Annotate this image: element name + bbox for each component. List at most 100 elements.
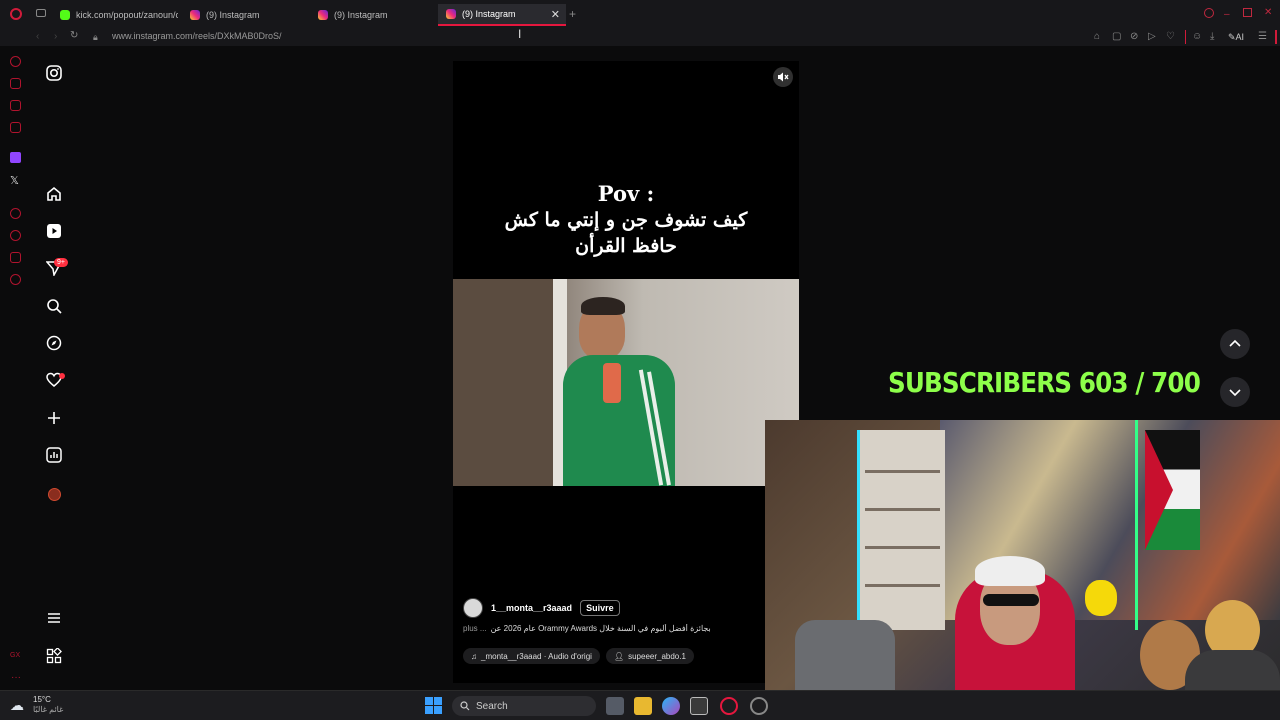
settings-icon[interactable]	[10, 274, 21, 285]
opera-sidebar: 𝕏 GX ···	[0, 46, 30, 690]
windows-taskbar: ☁ 15°C غائم غالبًا Search	[0, 690, 1280, 720]
chevron-up-icon	[1229, 339, 1241, 347]
bookmark-icon[interactable]: ⌂	[1094, 31, 1100, 43]
twitch-icon[interactable]	[10, 152, 21, 163]
author-avatar[interactable]	[463, 598, 483, 618]
tab-label: (9) Instagram	[206, 10, 260, 20]
music-note-icon: ♫	[471, 651, 477, 661]
reel-info: 1__monta__r3aaad Suivre plus ... بجائزة …	[453, 596, 765, 674]
snapshot-icon[interactable]: ▢	[1112, 31, 1121, 43]
minimize-icon[interactable]: ‒	[1224, 9, 1230, 21]
close-tab-icon[interactable]: ✕	[551, 8, 560, 21]
person-icon: 👤︎	[613, 651, 625, 661]
reload-icon[interactable]: ↻	[70, 30, 78, 42]
history-icon[interactable]	[10, 230, 21, 241]
text-cursor-icon: I	[518, 27, 522, 41]
heart-icon[interactable]: ♡	[1166, 31, 1175, 43]
reels-icon[interactable]	[44, 221, 64, 241]
taskbar-search-label: Search	[476, 700, 508, 712]
weather-temperature[interactable]: 15°C	[33, 695, 51, 704]
gx-icon[interactable]: GX	[10, 650, 20, 662]
speed-dial-icon[interactable]	[10, 56, 21, 67]
forward-icon[interactable]: ›	[54, 31, 57, 43]
tab-kick[interactable]: kick.com/popout/zanoun/c	[52, 4, 178, 26]
author-username[interactable]: 1__monta__r3aaad	[491, 603, 572, 613]
tagged-username: supeeer_abdo.1	[628, 651, 686, 661]
more-menu-icon[interactable]	[44, 608, 64, 628]
more-link[interactable]: plus ...	[463, 624, 487, 633]
windows-start-icon[interactable]	[425, 697, 442, 714]
create-plus-icon[interactable]	[44, 408, 64, 428]
url-field[interactable]: www.instagram.com/reels/DXkMAB0DroS/	[112, 31, 282, 41]
instagram-icon	[318, 10, 328, 20]
notifications-badge: 9+	[54, 258, 68, 267]
maximize-icon[interactable]	[1243, 8, 1252, 17]
copilot-icon[interactable]	[662, 697, 680, 715]
x-twitter-icon[interactable]: 𝕏	[10, 174, 19, 187]
reel-caption-overlay: Pov : كيف تشوف جن و إنتي ما كش حافظ القر…	[453, 181, 799, 259]
profile-avatar[interactable]	[44, 484, 64, 504]
audio-label: _monta__r3aaad · Audio d'origi	[481, 651, 592, 661]
workspaces-icon[interactable]	[36, 9, 46, 17]
discord-icon[interactable]	[10, 100, 21, 111]
weather-condition: غائم غالبًا	[33, 705, 64, 714]
instagram-logo-icon[interactable]	[44, 63, 64, 83]
separator	[1185, 30, 1186, 44]
instagram-icon	[190, 10, 200, 20]
home-icon[interactable]	[44, 184, 64, 204]
close-window-icon[interactable]: ✕	[1264, 7, 1272, 19]
weather-cloud-icon[interactable]: ☁	[10, 697, 24, 714]
tab-instagram-1[interactable]: (9) Instagram	[182, 4, 306, 26]
streamer-webcam-overlay	[765, 420, 1280, 720]
tab-label: kick.com/popout/zanoun/c	[76, 10, 178, 20]
task-view-icon[interactable]	[606, 697, 624, 715]
reel-video-frame	[453, 279, 799, 486]
download-icon[interactable]: ⤓	[1210, 31, 1214, 43]
taskbar-search-box[interactable]: Search	[452, 696, 596, 716]
separator	[1275, 30, 1277, 44]
search-tabs-icon[interactable]	[1204, 8, 1214, 18]
previous-reel-button[interactable]	[1220, 329, 1250, 359]
profile-icon[interactable]: ☺	[1192, 31, 1202, 43]
original-audio-pill[interactable]: ♫ _monta__r3aaad · Audio d'origi	[463, 648, 600, 664]
instagram-icon	[446, 9, 456, 19]
tab-label: (9) Instagram	[462, 9, 516, 19]
store-icon[interactable]	[690, 697, 708, 715]
reel-caption-line1: كيف تشوف جن و إنتي ما كش	[504, 209, 748, 231]
menu-icon[interactable]: ☰	[1258, 31, 1267, 43]
reel-caption-line2: حافظ القرأن	[575, 235, 677, 257]
tagged-user-pill[interactable]: 👤︎ supeeer_abdo.1	[605, 648, 694, 664]
tv-icon[interactable]	[10, 122, 21, 133]
opera-gx-taskbar-icon[interactable]	[720, 697, 738, 715]
next-reel-button[interactable]	[1220, 377, 1250, 407]
back-icon[interactable]: ‹	[36, 31, 39, 43]
mute-toggle-button[interactable]	[773, 67, 793, 87]
also-from-meta-icon[interactable]	[44, 646, 64, 666]
tab-instagram-active[interactable]: (9) Instagram ✕	[438, 4, 566, 26]
extensions-icon[interactable]	[10, 252, 21, 263]
reel-video-player[interactable]: Pov : كيف تشوف جن و إنتي ما كش حافظ القر…	[453, 61, 799, 683]
activity-dot	[59, 373, 65, 379]
new-tab-icon[interactable]: +	[569, 8, 576, 20]
messenger-icon[interactable]	[10, 78, 21, 89]
search-icon[interactable]	[44, 296, 64, 316]
adblock-icon[interactable]: ⊘	[1130, 31, 1138, 43]
settings-taskbar-icon[interactable]	[750, 697, 768, 715]
dashboard-icon[interactable]	[44, 445, 64, 465]
player-icon[interactable]	[10, 208, 21, 219]
tab-instagram-2[interactable]: (9) Instagram	[310, 4, 436, 26]
lock-icon: 🔒︎	[93, 32, 98, 42]
subscribers-counter-overlay: SUBSCRIBERS 603 / 700	[888, 366, 1201, 399]
reel-description: بجائزة أفضل ألبوم في السنة خلال Orammy A…	[490, 624, 711, 633]
file-explorer-icon[interactable]	[634, 697, 652, 715]
instagram-sidebar	[30, 46, 78, 690]
player-icon[interactable]: ▷	[1148, 31, 1156, 43]
more-icon[interactable]: ···	[11, 672, 21, 684]
address-bar-row: ‹ › ↻ 🔒︎ www.instagram.com/reels/DXkMAB0…	[0, 28, 1280, 46]
follow-button[interactable]: Suivre	[580, 600, 620, 616]
opera-logo-icon[interactable]	[10, 8, 22, 20]
aria-ai-button[interactable]: ✎AI	[1228, 31, 1244, 43]
kick-icon	[60, 10, 70, 20]
muted-speaker-icon	[778, 72, 789, 82]
explore-icon[interactable]	[44, 333, 64, 353]
